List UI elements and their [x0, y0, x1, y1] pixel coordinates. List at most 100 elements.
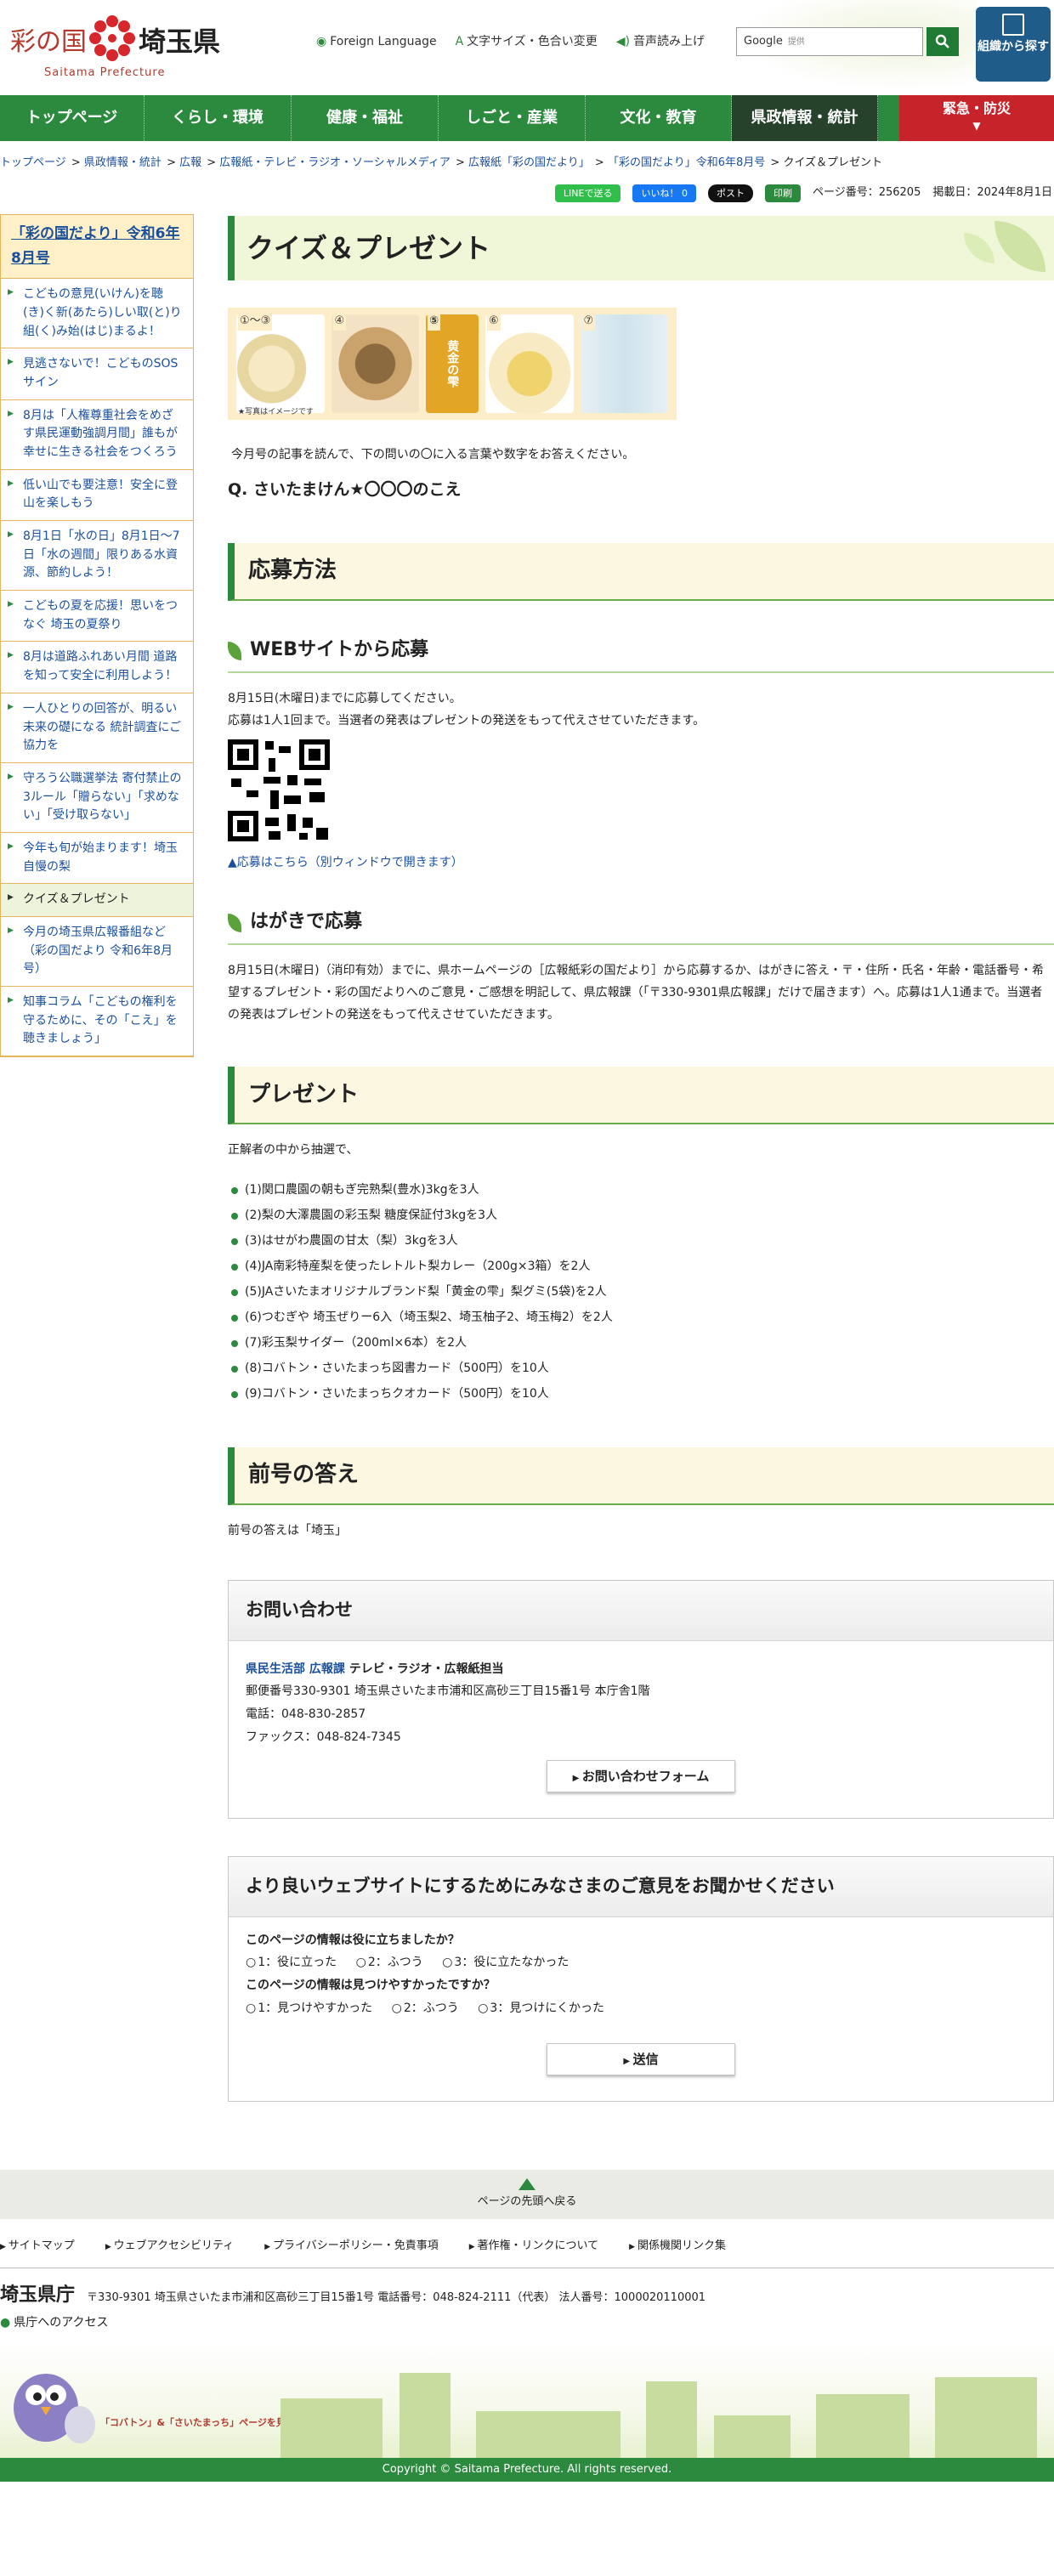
font-size-link[interactable]: A 文字サイズ・色合い変更 — [456, 32, 598, 51]
sidebar-title[interactable]: 「彩の国だより」令和6年8月号 — [1, 215, 193, 280]
list-item: (1)関口農園の朝もぎ完熟梨(豊水)3kgを3人 — [228, 1177, 1054, 1203]
sidebar-item[interactable]: 見逃さないで！こどものSOSサイン — [1, 348, 193, 400]
page-number: ページ番号：256205 — [812, 186, 921, 200]
print-button[interactable]: 印刷 — [764, 184, 801, 203]
building-silhouette — [714, 2415, 790, 2459]
search-button[interactable] — [926, 27, 959, 56]
building-silhouette — [476, 2411, 620, 2459]
site-logo[interactable]: 彩の国 埼玉県 Saitama Prefecture — [7, 12, 228, 80]
quiz-question: Q. さいたまけん★〇〇〇のこえ — [228, 479, 462, 499]
dept-link[interactable]: 広報課 — [309, 1662, 345, 1676]
facebook-like-button[interactable]: いいね！ 0 — [632, 184, 696, 203]
survey-q2: このページの情報は見つけやすかったですか？ — [246, 1978, 496, 1992]
footer-links: サイトマップ ウェブアクセシビリティ プライバシーポリシー・免責事項 著作権・リ… — [0, 2219, 1054, 2268]
qr-code-icon — [228, 739, 330, 842]
kobaton-link[interactable]: 「コバトン」&「さいたまっち」ページを見る — [100, 2417, 295, 2428]
dept-link[interactable]: 県民生活部 — [246, 1662, 305, 1676]
contact-body: 県民生活部 広報課 テレビ・ラジオ・広報紙担当 郵便番号330-9301 埼玉県… — [229, 1641, 1053, 1818]
radio-option[interactable]: 1：見つけやすかった — [246, 2001, 372, 2015]
footer-link[interactable]: 関係機関リンク集 — [629, 2238, 726, 2256]
footer-illustration: 「コバトン」&「さいたまっち」ページを見る — [0, 2344, 1054, 2459]
footer-link[interactable]: プライバシーポリシー・免責事項 — [264, 2238, 439, 2256]
web-apply-link[interactable]: ▲応募はこちら（別ウィンドウで開きます） — [228, 853, 463, 872]
contact-fax: ファックス：048-824-7345 — [246, 1730, 401, 1744]
subheading-postcard: はがきで応募 — [228, 907, 1054, 945]
contact-title: お問い合わせ — [229, 1581, 1053, 1641]
building-silhouette — [646, 2381, 697, 2459]
prize-image: ①～③ ④ ⑤ 黄金の雫 ⑥ ⑦ ★写真はイメージです — [228, 308, 677, 421]
logo-kuni: 彩の国 — [10, 27, 87, 57]
gnav-work[interactable]: しごと・産業 — [439, 95, 586, 141]
global-nav: トップページ くらし・環境 健康・福祉 しごと・産業 文化・教育 県政情報・統計… — [0, 95, 1054, 141]
crumb-link[interactable]: 広報紙・テレビ・ラジオ・ソーシャルメディア — [219, 156, 450, 169]
speaker-icon: ◀) — [615, 35, 630, 48]
org-search-button[interactable]: 組織から探す — [976, 7, 1051, 82]
access-link[interactable]: 県庁へのアクセス — [0, 2310, 1054, 2332]
contact-address: 郵便番号330-9301 埼玉県さいたま市浦和区高砂三丁目15番1号 本庁舎1階 — [246, 1684, 650, 1699]
present-list: (1)関口農園の朝もぎ完熟梨(豊水)3kgを3人 (2)梨の大澤農園の彩玉梨 糖… — [228, 1177, 1054, 1407]
line-share-button[interactable]: LINEで送る — [554, 184, 621, 203]
search-input[interactable]: Google 提供 — [736, 27, 923, 56]
radio-option[interactable]: 3：見つけにくかった — [478, 2001, 604, 2015]
utility-links: ◉ Foreign Language A 文字サイズ・色合い変更 ◀) 音声読み上げ — [316, 32, 705, 51]
leaf-icon — [964, 233, 994, 264]
x-post-button[interactable]: ポスト — [707, 184, 753, 203]
footer-link[interactable]: サイトマップ — [0, 2238, 75, 2256]
search-brand: Google — [744, 35, 783, 48]
sidebar-item[interactable]: こどもの意見(いけん)を聴(き)く新(あたら)しい取(と)り組(く)み始(はじ)… — [1, 279, 193, 349]
sidebar-item[interactable]: 一人ひとりの回答が、明るい未来の礎になる 統計調査にご協力を — [1, 694, 193, 763]
contact-box: お問い合わせ 県民生活部 広報課 テレビ・ラジオ・広報紙担当 郵便番号330-9… — [228, 1580, 1054, 1820]
section-heading-present: プレゼント — [228, 1067, 1054, 1125]
gnav-top[interactable]: トップページ — [0, 95, 144, 141]
crumb-link[interactable]: 広報 — [179, 156, 201, 169]
survey-body: このページの情報は役に立ちましたか？ 1：役に立った 2：ふつう 3：役に立たな… — [229, 1917, 1053, 2101]
crumb-link[interactable]: 広報紙「彩の国だより」 — [468, 156, 590, 169]
sidebar-item[interactable]: 8月1日「水の日」8月1日～7日「水の週間」限りある水資源、節約しよう！ — [1, 521, 193, 592]
radio-option[interactable]: 2：ふつう — [356, 1956, 423, 1969]
contact-form-button[interactable]: お問い合わせフォーム — [547, 1760, 735, 1793]
sidebar-item[interactable]: 今月の埼玉県広報番組など（彩の国だより 令和6年8月号） — [1, 917, 193, 988]
radio-option[interactable]: 2：ふつう — [392, 2001, 459, 2015]
sidebar-item[interactable]: 低い山でも要注意！安全に登山を楽しもう — [1, 470, 193, 522]
footer-link[interactable]: ウェブアクセシビリティ — [105, 2238, 235, 2256]
content-columns: 「彩の国だより」令和6年8月号 こどもの意見(いけん)を聴(き)く新(あたら)し… — [0, 209, 1054, 2103]
crumb-link[interactable]: 「彩の国だより」令和6年8月号 — [608, 156, 765, 169]
gnav-gov[interactable]: 県政情報・統計 — [732, 95, 878, 141]
crumb-link[interactable]: 県政情報・統計 — [84, 156, 162, 169]
gnav-culture[interactable]: 文化・教育 — [586, 95, 732, 141]
gnav-life[interactable]: くらし・環境 — [144, 95, 292, 141]
search-icon — [935, 34, 949, 48]
footer-address: 〒330-9301 埼玉県さいたま市浦和区高砂三丁目15番1号 電話番号：048… — [87, 2290, 706, 2304]
list-item: (9)コバトン・さいたまっちクオカード（500円）を10人 — [228, 1381, 1054, 1407]
radio-option[interactable]: 3：役に立たなかった — [442, 1956, 569, 1969]
list-item: (8)コバトン・さいたまっち図書カード（500円）を10人 — [228, 1356, 1054, 1381]
sidebar-item[interactable]: 8月は「人権尊重社会をめざす県民運動強調月間」誰もが幸せに生きる社会をつくろう — [1, 400, 193, 470]
urgent-disaster-button[interactable]: 緊急・防災 ▼ — [899, 95, 1054, 141]
voice-read-link[interactable]: ◀) 音声読み上げ — [616, 32, 705, 51]
text-size-icon: A — [455, 35, 464, 48]
building-icon — [1002, 14, 1024, 36]
radio-option[interactable]: 1：役に立った — [246, 1956, 337, 1969]
sidebar-item[interactable]: 守ろう公職選挙法 寄付禁止の3ルール「贈らない」「求めない」「受け取らない」 — [1, 763, 193, 833]
building-silhouette — [816, 2394, 910, 2459]
kobaton-mascot-icon — [14, 2374, 95, 2444]
sidebar-item[interactable]: 今年も旬が始まります！埼玉自慢の梨 — [1, 833, 193, 885]
survey-submit-button[interactable]: 送信 — [547, 2043, 735, 2076]
survey-box: より良いウェブサイトにするためにみなさまのご意見をお聞かせください このページの… — [228, 1856, 1054, 2103]
building-silhouette — [400, 2373, 450, 2459]
leaf-icon — [994, 221, 1046, 273]
sidebar-item[interactable]: 知事コラム「こどもの権利を守るために、その「こえ」を聴きましょう」 — [1, 987, 193, 1057]
intro-text: 今月号の記事を読んで、下の問いの〇に入る言葉や数字をお答えください。 — [231, 448, 635, 462]
page-top-button[interactable]: ページの先頭へ戻る — [0, 2170, 1054, 2220]
gnav-health[interactable]: 健康・福祉 — [292, 95, 439, 141]
footer-link[interactable]: 著作権・リンクについて — [469, 2238, 599, 2256]
sidebar: 「彩の国だより」令和6年8月号 こどもの意見(いけん)を聴(き)く新(あたら)し… — [0, 214, 194, 1058]
prize-photo: ①～③ — [236, 313, 325, 414]
crumb-link[interactable]: トップページ — [0, 156, 66, 169]
sidebar-item[interactable]: 8月は道路ふれあい月間 道路を知って安全に利用しよう！ — [1, 642, 193, 694]
search-placeholder: 提供 — [787, 37, 805, 47]
sidebar-item[interactable]: こどもの夏を応援！思いをつなぐ 埼玉の夏祭り — [1, 591, 193, 643]
site-header: 彩の国 埼玉県 Saitama Prefecture ◉ Foreign Lang… — [0, 0, 1054, 95]
foreign-language-link[interactable]: ◉ Foreign Language — [316, 32, 437, 51]
arrow-up-icon — [518, 2178, 536, 2191]
